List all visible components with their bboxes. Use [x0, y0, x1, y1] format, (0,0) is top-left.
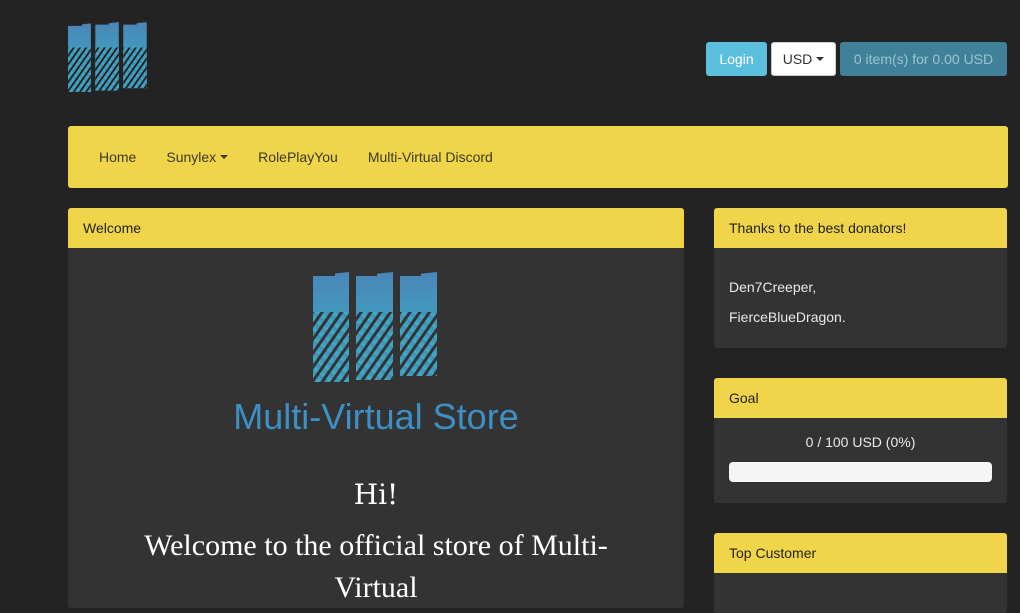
donators-panel: Thanks to the best donators! Den7Creeper… [714, 208, 1007, 348]
cart-button[interactable]: 0 item(s) for 0.00 USD [840, 42, 1007, 76]
currency-dropdown[interactable]: USD [771, 42, 836, 76]
welcome-text: Welcome to the official store of Multi-V… [144, 529, 608, 604]
nav-item-label: Home [99, 149, 137, 165]
nav-item-label: Multi-Virtual Discord [367, 149, 493, 165]
goal-text: 0 / 100 USD (0%) [805, 434, 916, 450]
main-navbar: Home Sunylex RolePlayYou Multi-Virtual D… [68, 126, 1008, 188]
goal-body: 0 / 100 USD (0%) [714, 418, 1007, 482]
greeting-text: Hi! [353, 478, 399, 511]
welcome-panel-body: Multi-Virtual Store Hi! Welcome to the o… [68, 272, 684, 608]
nav-item-label: Sunylex [166, 149, 217, 165]
panel-heading: Welcome [68, 208, 684, 248]
header-actions: Login USD 0 item(s) for 0.00 USD [706, 42, 1007, 76]
login-button[interactable]: Login [706, 42, 767, 76]
donator-name: FierceBlueDragon. [729, 309, 846, 325]
panel-heading: Top Customer [714, 533, 1007, 573]
top-customer-panel: Top Customer [714, 533, 1007, 613]
store-title: Multi-Virtual Store [233, 396, 519, 437]
goal-panel: Goal 0 / 100 USD (0%) [714, 378, 1007, 503]
goal-progress-bar [729, 462, 992, 482]
donator-name: Den7Creeper, [729, 279, 817, 295]
donators-list: Den7Creeper, FierceBlueDragon. [714, 248, 1007, 332]
currency-label: USD [782, 51, 813, 67]
nav-item-discord[interactable]: Multi-Virtual Discord [353, 126, 508, 188]
store-logo-icon [313, 272, 439, 382]
welcome-panel: Welcome Multi-Virtual Store Hi! Welcome … [68, 208, 684, 608]
nav-item-roleplayyou[interactable]: RolePlayYou [243, 126, 353, 188]
caret-down-icon [220, 155, 229, 159]
nav-item-label: RolePlayYou [258, 149, 338, 165]
caret-down-icon [816, 57, 825, 61]
nav-item-home[interactable]: Home [68, 126, 151, 188]
logo-icon[interactable] [68, 22, 148, 96]
panel-heading: Goal [714, 378, 1007, 418]
panel-heading: Thanks to the best donators! [714, 208, 1007, 248]
nav-item-sunylex[interactable]: Sunylex [151, 126, 243, 188]
